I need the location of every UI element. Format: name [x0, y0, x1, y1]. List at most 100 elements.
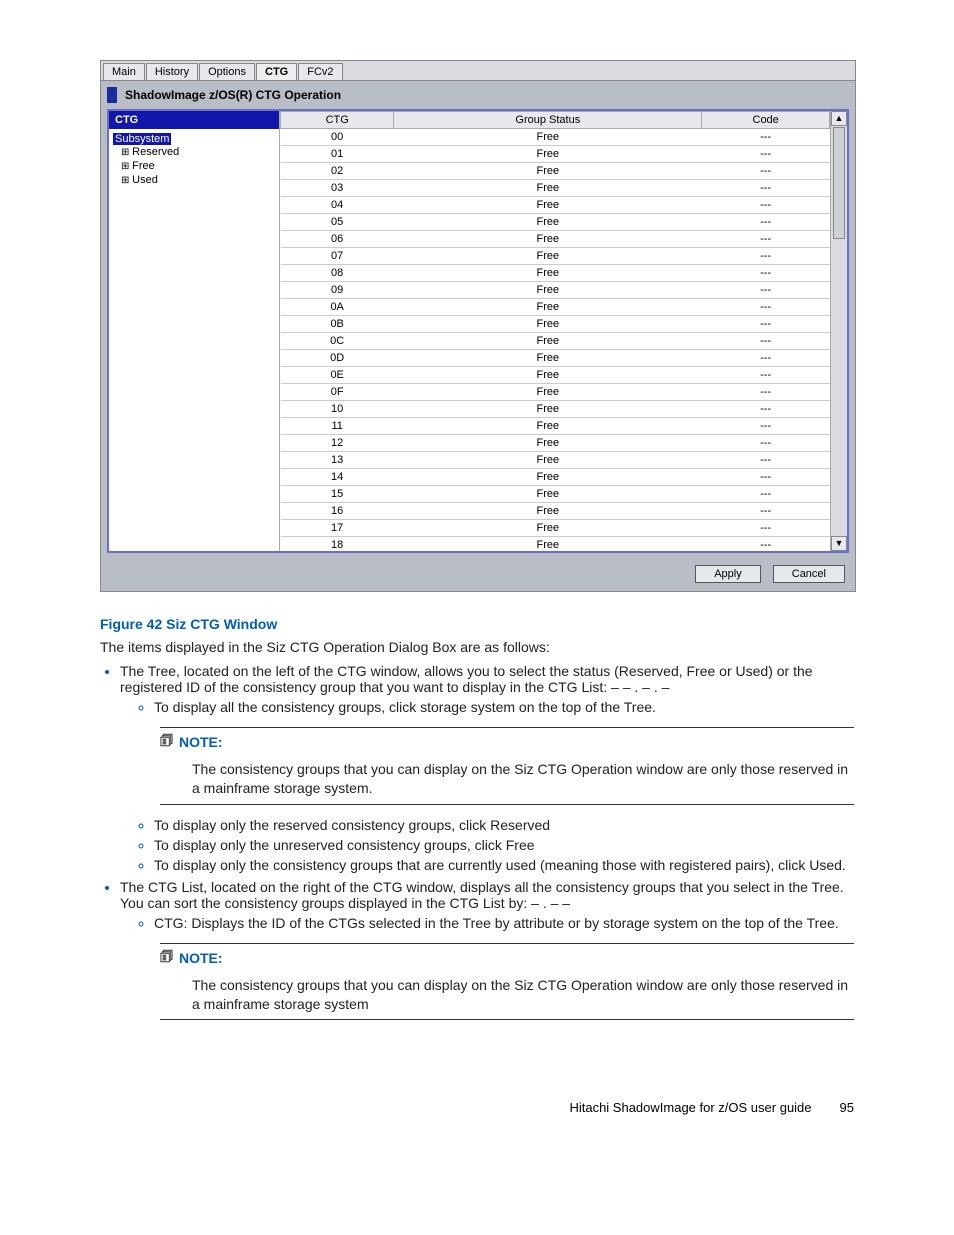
cell-ctg: 18 [281, 537, 394, 552]
sub-bullet-ctg: CTG: Displays the ID of the CTGs selecte… [154, 915, 854, 931]
cell-status: Free [394, 248, 702, 265]
cell-ctg: 03 [281, 180, 394, 197]
cell-code: --- [702, 333, 830, 350]
vertical-scrollbar[interactable]: ▲ ▼ [830, 111, 847, 551]
table-row[interactable]: 15Free--- [281, 486, 830, 503]
cell-ctg: 16 [281, 503, 394, 520]
tab-main[interactable]: Main [103, 63, 145, 80]
cell-code: --- [702, 146, 830, 163]
page-footer: Hitachi ShadowImage for z/OS user guide … [100, 1100, 854, 1115]
table-row[interactable]: 08Free--- [281, 265, 830, 282]
cell-ctg: 0E [281, 367, 394, 384]
table-row[interactable]: 03Free--- [281, 180, 830, 197]
cell-ctg: 10 [281, 401, 394, 418]
table-row[interactable]: 0BFree--- [281, 316, 830, 333]
col-code[interactable]: Code [702, 112, 830, 129]
footer-title: Hitachi ShadowImage for z/OS user guide [569, 1100, 811, 1115]
table-row[interactable]: 17Free--- [281, 520, 830, 537]
figure-caption: Figure 42 Siz CTG Window [100, 616, 854, 632]
scroll-down-icon[interactable]: ▼ [831, 536, 847, 551]
note-2-text: The consistency groups that you can disp… [192, 976, 854, 1014]
cell-code: --- [702, 401, 830, 418]
apply-button[interactable]: Apply [695, 565, 761, 583]
tree-header: CTG [109, 111, 279, 129]
table-row[interactable]: 04Free--- [281, 197, 830, 214]
cell-status: Free [394, 520, 702, 537]
cell-ctg: 0A [281, 299, 394, 316]
table-row[interactable]: 18Free--- [281, 537, 830, 552]
tree-node-used[interactable]: Used [113, 173, 275, 187]
cancel-button[interactable]: Cancel [773, 565, 845, 583]
cell-code: --- [702, 248, 830, 265]
cell-status: Free [394, 299, 702, 316]
cell-ctg: 06 [281, 231, 394, 248]
tree-node-reserved[interactable]: Reserved [113, 145, 275, 159]
cell-status: Free [394, 231, 702, 248]
table-row[interactable]: 11Free--- [281, 418, 830, 435]
sub-bullet-free: To display only the unreserved consisten… [154, 837, 854, 853]
cell-code: --- [702, 486, 830, 503]
sub-bullet-reserved: To display only the reserved consistency… [154, 817, 854, 833]
cell-code: --- [702, 469, 830, 486]
table-row[interactable]: 01Free--- [281, 146, 830, 163]
cell-ctg: 15 [281, 486, 394, 503]
tree-body: Subsystem ReservedFreeUsed [109, 129, 279, 551]
tab-ctg[interactable]: CTG [256, 63, 297, 80]
cell-status: Free [394, 469, 702, 486]
table-row[interactable]: 10Free--- [281, 401, 830, 418]
cell-ctg: 17 [281, 520, 394, 537]
tab-fcv2[interactable]: FCv2 [298, 63, 342, 80]
cell-status: Free [394, 180, 702, 197]
note-label: NOTE: [179, 734, 223, 750]
table-row[interactable]: 16Free--- [281, 503, 830, 520]
cell-code: --- [702, 129, 830, 146]
table-row[interactable]: 05Free--- [281, 214, 830, 231]
tree-node-free[interactable]: Free [113, 159, 275, 173]
cell-ctg: 09 [281, 282, 394, 299]
cell-code: --- [702, 180, 830, 197]
header-accent-bar [107, 87, 117, 103]
cell-code: --- [702, 214, 830, 231]
cell-status: Free [394, 265, 702, 282]
table-row[interactable]: 07Free--- [281, 248, 830, 265]
tree-selected[interactable]: Subsystem [113, 133, 171, 145]
table-row[interactable]: 00Free--- [281, 129, 830, 146]
cell-ctg: 14 [281, 469, 394, 486]
cell-code: --- [702, 367, 830, 384]
intro-text: The items displayed in the Siz CTG Opera… [100, 638, 854, 657]
table-row[interactable]: 0DFree--- [281, 350, 830, 367]
table-row[interactable]: 06Free--- [281, 231, 830, 248]
cell-status: Free [394, 350, 702, 367]
scroll-up-icon[interactable]: ▲ [831, 111, 847, 126]
panel-body: CTG Subsystem ReservedFreeUsed CTGGroup … [107, 109, 849, 553]
table-row[interactable]: 02Free--- [281, 163, 830, 180]
table-row[interactable]: 13Free--- [281, 452, 830, 469]
bullet-tree-text: The Tree, located on the left of the CTG… [120, 663, 813, 695]
cell-status: Free [394, 197, 702, 214]
sub-bullet-used: To display only the consistency groups t… [154, 857, 854, 873]
bullet-ctglist: The CTG List, located on the right of th… [120, 879, 854, 1021]
table-row[interactable]: 09Free--- [281, 282, 830, 299]
cell-ctg: 0F [281, 384, 394, 401]
table-row[interactable]: 14Free--- [281, 469, 830, 486]
scroll-thumb[interactable] [833, 127, 845, 239]
cell-status: Free [394, 333, 702, 350]
cell-ctg: 01 [281, 146, 394, 163]
cell-ctg: 08 [281, 265, 394, 282]
col-group-status[interactable]: Group Status [394, 112, 702, 129]
table-row[interactable]: 12Free--- [281, 435, 830, 452]
col-ctg[interactable]: CTG [281, 112, 394, 129]
cell-status: Free [394, 146, 702, 163]
table-row[interactable]: 0EFree--- [281, 367, 830, 384]
table-row[interactable]: 0AFree--- [281, 299, 830, 316]
cell-status: Free [394, 435, 702, 452]
cell-code: --- [702, 503, 830, 520]
tab-options[interactable]: Options [199, 63, 255, 80]
table-row[interactable]: 0CFree--- [281, 333, 830, 350]
cell-status: Free [394, 452, 702, 469]
cell-ctg: 13 [281, 452, 394, 469]
table-row[interactable]: 0FFree--- [281, 384, 830, 401]
cell-status: Free [394, 401, 702, 418]
note-icon: 🗊 [160, 730, 173, 754]
tab-history[interactable]: History [146, 63, 198, 80]
